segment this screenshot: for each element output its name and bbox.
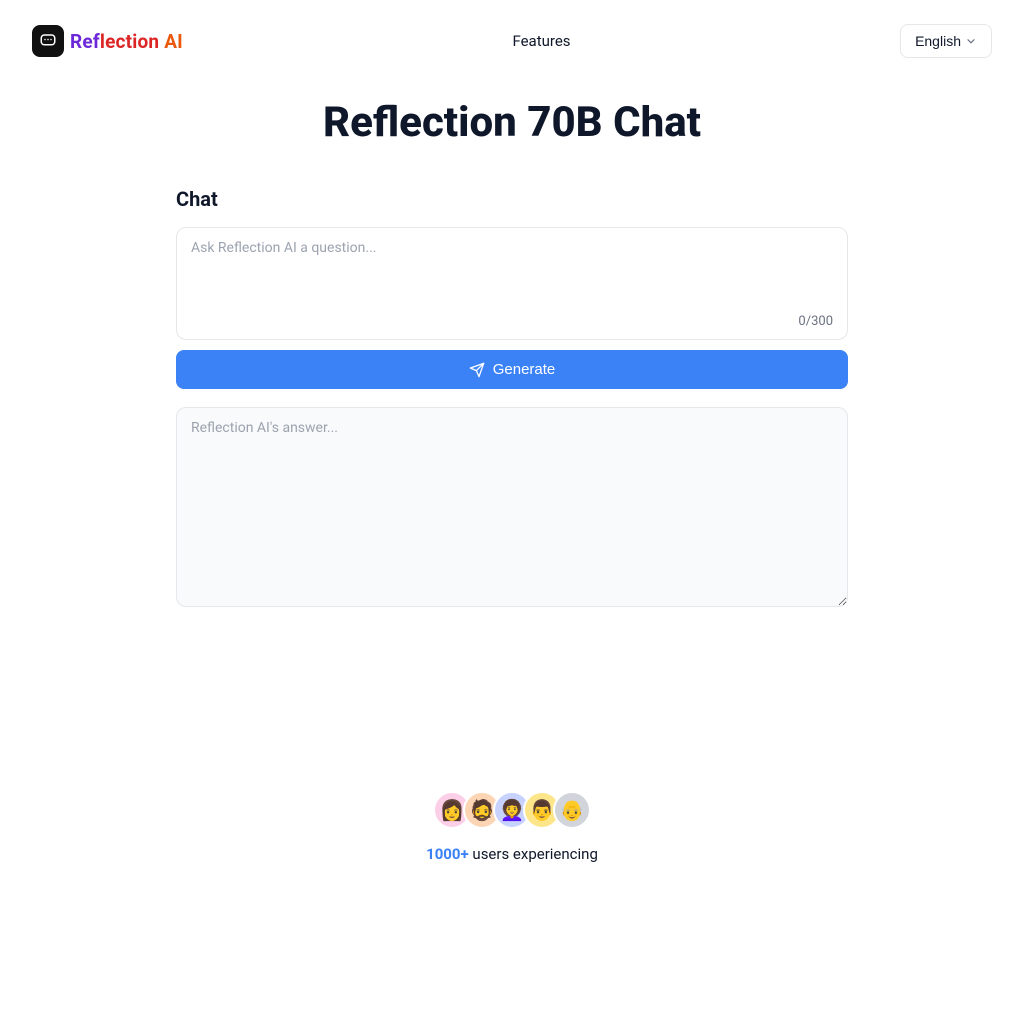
brand-name-seg2: lection (100, 30, 164, 53)
brand-chat-icon (32, 25, 64, 57)
avatar-group: 👩 🧔 👩‍🦱 👨 👴 (0, 791, 1024, 829)
brand[interactable]: Reflection AI (32, 25, 183, 57)
brand-name: Reflection AI (70, 30, 183, 53)
page-title: Reflection 70B Chat (0, 98, 1024, 147)
send-icon (469, 362, 485, 378)
chat-section-label: Chat (176, 187, 848, 211)
users-strip: 👩 🧔 👩‍🦱 👨 👴 1000+ users experiencing (0, 791, 1024, 863)
users-suffix: users experiencing (469, 845, 598, 863)
chevron-down-icon (965, 35, 977, 47)
users-count-text: 1000+ users experiencing (0, 845, 1024, 863)
generate-button-label: Generate (493, 361, 556, 378)
question-input-card: 0/300 (176, 227, 848, 340)
answer-output[interactable] (176, 407, 848, 607)
avatar: 👴 (553, 791, 591, 829)
language-select[interactable]: English (900, 24, 992, 58)
language-label: English (915, 33, 961, 49)
brand-name-seg1: Ref (70, 30, 100, 53)
generate-button[interactable]: Generate (176, 350, 848, 389)
brand-name-seg3: AI (164, 30, 183, 53)
char-count: 0/300 (191, 314, 833, 329)
nav-features-link[interactable]: Features (512, 32, 570, 50)
users-count: 1000+ (426, 845, 469, 863)
chat-section: Chat 0/300 Generate (176, 187, 848, 611)
header-bar: Reflection AI Features English (0, 0, 1024, 82)
question-input[interactable] (191, 240, 833, 308)
